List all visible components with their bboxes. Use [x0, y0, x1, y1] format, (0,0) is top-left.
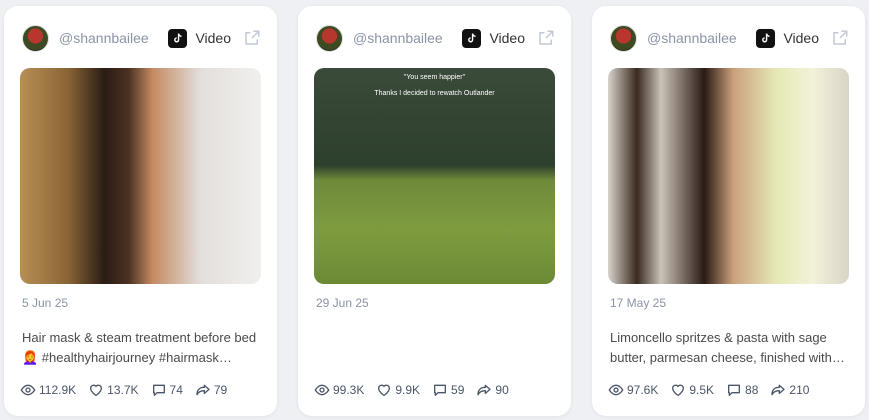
comments-stat: 59: [432, 382, 464, 398]
engagement-stats: 97.6K 9.5K 88 210: [608, 382, 855, 398]
caption-line: Limoncello spritzes & pasta with sage: [610, 330, 827, 345]
likes-count: 9.5K: [689, 383, 715, 397]
comments-count: 88: [745, 383, 759, 397]
heart-icon: [672, 384, 685, 397]
external-link-icon[interactable]: [831, 29, 849, 47]
shares-count: 210: [789, 383, 810, 397]
likes-count: 13.7K: [107, 383, 139, 397]
avatar[interactable]: [316, 24, 343, 52]
tiktok-icon: [168, 28, 188, 48]
comments-stat: 74: [151, 382, 183, 398]
post-caption: Limoncello spritzes & pasta with sage bu…: [610, 328, 847, 368]
external-link-icon[interactable]: [537, 29, 555, 47]
eye-icon: [20, 384, 36, 396]
content-type-label: Video: [783, 30, 819, 46]
video-overlay-text: Thanks I decided to rewatch Outlander: [374, 90, 495, 97]
post-caption: Hair mask & steam treatment before bed 👩…: [22, 328, 259, 368]
content-type-label: Video: [489, 30, 525, 46]
likes-stat: 13.7K: [88, 382, 139, 398]
eye-icon: [314, 384, 330, 396]
shares-count: 90: [495, 383, 509, 397]
comments-stat: 88: [726, 382, 758, 398]
views-count: 112.9K: [39, 383, 77, 397]
likes-count: 9.9K: [395, 383, 421, 397]
tiktok-icon: [462, 28, 482, 48]
comments-count: 59: [451, 383, 465, 397]
post-date: 29 Jun 25: [316, 296, 369, 310]
share-icon: [477, 384, 492, 396]
shares-stat: 210: [770, 382, 809, 398]
share-icon: [196, 384, 210, 396]
post-card[interactable]: @shannbailee Video "You seem happier" Th…: [298, 6, 571, 416]
comments-count: 74: [169, 383, 183, 397]
caption-line: butter, parmesan cheese, finished with…: [610, 350, 845, 365]
card-header: @shannbailee Video: [22, 24, 261, 52]
caption-line: 👩‍🦰 #healthyhairjourney #hairmask…: [22, 350, 232, 365]
likes-stat: 9.5K: [670, 382, 714, 398]
video-thumbnail[interactable]: [608, 68, 849, 284]
views-count: 97.6K: [627, 383, 659, 397]
comment-icon: [152, 384, 165, 396]
views-count: 99.3K: [333, 383, 365, 397]
video-overlay-text: "You seem happier": [403, 74, 466, 81]
content-type-label: Video: [195, 30, 231, 46]
heart-icon: [90, 384, 103, 397]
tiktok-icon: [756, 28, 776, 48]
views-stat: 97.6K: [608, 382, 658, 398]
avatar[interactable]: [22, 24, 49, 52]
heart-icon: [378, 384, 391, 397]
eye-icon: [608, 384, 624, 396]
comment-icon: [434, 384, 447, 396]
creator-handle[interactable]: @shannbailee: [353, 30, 462, 46]
share-icon: [771, 384, 786, 396]
post-card[interactable]: @shannbailee Video 17 May 25 Limoncello …: [592, 6, 865, 416]
comment-icon: [728, 384, 741, 396]
external-link-icon[interactable]: [243, 29, 261, 47]
card-header: @shannbailee Video: [610, 24, 849, 52]
views-stat: 112.9K: [20, 382, 76, 398]
shares-count: 79: [213, 383, 228, 397]
engagement-stats: 112.9K 13.7K 74 79: [20, 382, 267, 398]
creator-handle[interactable]: @shannbailee: [59, 30, 168, 46]
video-thumbnail[interactable]: "You seem happier" Thanks I decided to r…: [314, 68, 555, 284]
shares-stat: 79: [195, 382, 227, 398]
post-date: 5 Jun 25: [22, 296, 69, 310]
views-stat: 99.3K: [314, 382, 364, 398]
card-header: @shannbailee Video: [316, 24, 555, 52]
creator-handle[interactable]: @shannbailee: [647, 30, 756, 46]
video-thumbnail[interactable]: [20, 68, 261, 284]
likes-stat: 9.9K: [376, 382, 420, 398]
shares-stat: 90: [476, 382, 509, 398]
post-card[interactable]: @shannbailee Video 5 Jun 25 Hair mask & …: [4, 6, 277, 416]
post-date: 17 May 25: [610, 296, 667, 310]
engagement-stats: 99.3K 9.9K 59 90: [314, 382, 561, 398]
avatar[interactable]: [610, 24, 637, 52]
caption-line: Hair mask & steam treatment before bed: [22, 330, 257, 345]
